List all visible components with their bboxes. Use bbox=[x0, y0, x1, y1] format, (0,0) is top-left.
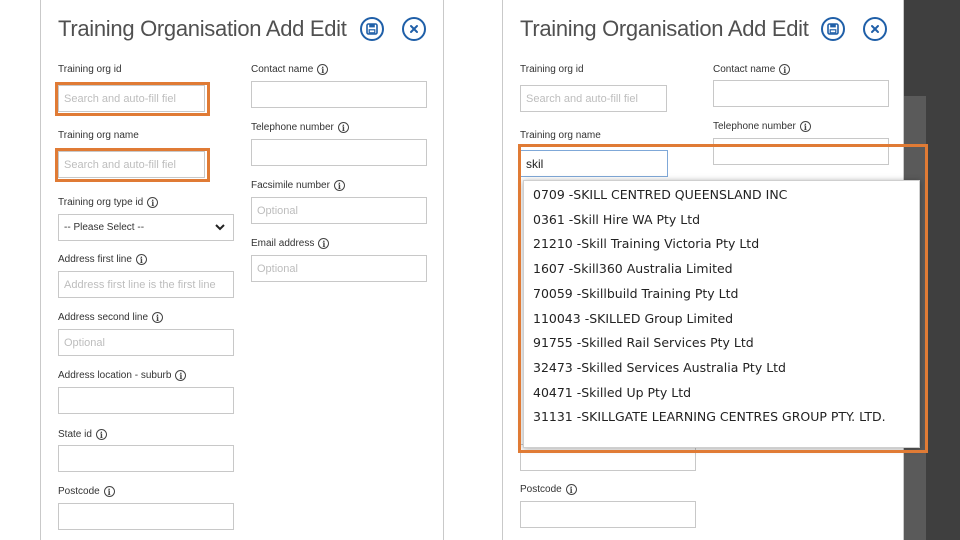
email-label: Email address i bbox=[251, 238, 330, 249]
dialog-title: Training Organisation Add Edit bbox=[58, 16, 347, 41]
org-name-highlight bbox=[55, 148, 210, 182]
org-type-label: Training org type id i bbox=[58, 197, 159, 208]
org-name-label: Training org name bbox=[520, 130, 601, 141]
dropdown-highlight bbox=[518, 144, 928, 453]
email-input[interactable]: Optional bbox=[251, 255, 427, 282]
address1-label: Address first line i bbox=[58, 254, 147, 265]
suburb-input[interactable] bbox=[58, 387, 234, 414]
address2-label: Address second line i bbox=[58, 312, 164, 323]
phone-label: Telephone number i bbox=[713, 121, 811, 132]
save-icon bbox=[827, 23, 839, 35]
save-button[interactable] bbox=[360, 17, 384, 41]
phone-input[interactable] bbox=[251, 139, 427, 166]
info-icon[interactable]: i bbox=[779, 64, 791, 75]
chevron-down-icon bbox=[215, 224, 225, 231]
info-icon[interactable]: i bbox=[337, 122, 349, 133]
info-icon[interactable]: i bbox=[565, 484, 577, 495]
org-type-select[interactable]: -- Please Select -- bbox=[58, 214, 234, 241]
postcode-label: Postcode i bbox=[58, 486, 115, 497]
info-icon[interactable]: i bbox=[317, 64, 329, 75]
org-id-label: Training org id bbox=[520, 64, 584, 75]
save-button[interactable] bbox=[821, 17, 845, 41]
info-icon[interactable]: i bbox=[152, 312, 164, 323]
info-icon[interactable]: i bbox=[318, 238, 330, 249]
close-button[interactable] bbox=[402, 17, 426, 41]
close-icon bbox=[410, 25, 418, 33]
info-icon[interactable]: i bbox=[103, 486, 115, 497]
info-icon[interactable]: i bbox=[333, 180, 345, 191]
org-id-highlight bbox=[55, 82, 210, 116]
info-icon[interactable]: i bbox=[175, 370, 187, 381]
address2-input[interactable]: Optional bbox=[58, 329, 234, 356]
fax-label: Facsimile number i bbox=[251, 180, 345, 191]
save-icon bbox=[366, 23, 378, 35]
postcode-input[interactable] bbox=[520, 501, 696, 528]
state-label: State id i bbox=[58, 429, 107, 440]
fax-input[interactable]: Optional bbox=[251, 197, 427, 224]
org-id-label: Training org id bbox=[58, 64, 122, 75]
address1-input[interactable]: Address first line is the first line bbox=[58, 271, 234, 298]
info-icon[interactable]: i bbox=[135, 254, 147, 265]
postcode-label: Postcode i bbox=[520, 484, 577, 495]
org-id-input[interactable]: Search and auto-fill fiel bbox=[520, 85, 667, 112]
info-icon[interactable]: i bbox=[95, 429, 107, 440]
org-name-label: Training org name bbox=[58, 130, 139, 141]
left-form-panel: Training Organisation Add Edit Training … bbox=[40, 0, 444, 540]
close-icon bbox=[871, 25, 879, 33]
contact-label: Contact name i bbox=[713, 64, 791, 75]
contact-input[interactable] bbox=[251, 81, 427, 108]
dialog-title: Training Organisation Add Edit bbox=[520, 16, 809, 41]
suburb-label: Address location - suburb i bbox=[58, 370, 187, 381]
state-input[interactable] bbox=[58, 445, 234, 472]
contact-label: Contact name i bbox=[251, 64, 329, 75]
info-icon[interactable]: i bbox=[799, 121, 811, 132]
close-button[interactable] bbox=[863, 17, 887, 41]
info-icon[interactable]: i bbox=[147, 197, 159, 208]
postcode-input[interactable] bbox=[58, 503, 234, 530]
phone-label: Telephone number i bbox=[251, 122, 349, 133]
contact-input[interactable] bbox=[713, 80, 889, 107]
